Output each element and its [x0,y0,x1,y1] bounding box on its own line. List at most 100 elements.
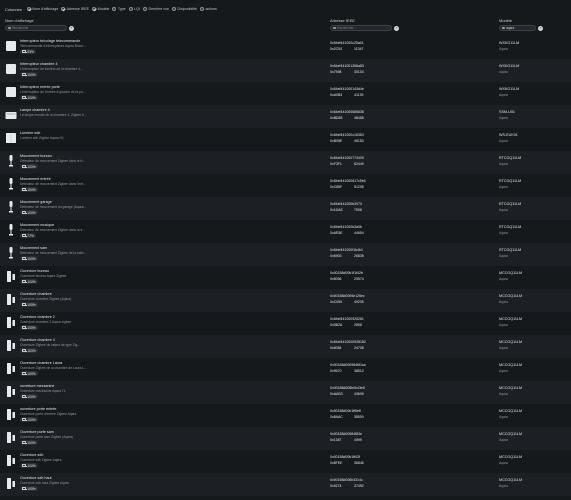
table-row[interactable]: Lumière sdb Lumière sdb Zigbee Aqara H1 0x… [0,128,571,151]
table-row[interactable]: Interrupteur chambre 4 L'interrupteur de … [0,59,571,82]
button-icon [5,61,17,77]
ieee-address: 0x54ef441000143d4e [330,87,364,91]
table-row[interactable]: Mouvement bureau Détecteur de mouvement Z… [0,151,571,174]
device-description: Détecteur de mouvement du garage (Aqara.… [20,204,87,209]
model-search-input[interactable]: aqara [499,25,536,31]
table-row[interactable]: Ouverture chambre Ouverture chambre Zigbe… [0,289,571,312]
table-row[interactable]: ouverture porte entrée Ouverture porte d'… [0,404,571,427]
checkbox-icon[interactable] [199,6,204,11]
device-description: Ouverture mezzanine Aqara T1 [20,388,66,393]
battery-icon [22,96,27,100]
table-row[interactable]: Interrupteur bricolage telecommande Telec… [0,36,571,59]
device-model: MCCGQ11LM [499,478,523,482]
checkbox-icon[interactable] [26,6,31,11]
door-sensor-icon [5,337,17,353]
clear-icon[interactable]: × [394,25,399,31]
checkbox-icon[interactable] [172,6,177,11]
battery-icon [22,188,27,192]
ieee-address: 0x00158d00b1ff5e8 [330,409,361,413]
battery-badge: 93% [20,49,36,54]
device-description: La lampe murale de la chambre 4, Zigbee … [20,112,87,117]
battery-badge: 100% [20,256,38,261]
device-name[interactable]: Lampe chambre 4 [20,108,50,112]
table-row[interactable]: ouverture mezzanine Ouverture mezzanine A… [0,381,571,404]
device-name[interactable]: Ouverture chambre [20,292,52,296]
column-toggle[interactable]: LQI [128,6,140,11]
network-address-dec: 38512 [354,368,364,373]
header-ieee[interactable]: Adresse IEEE [330,18,355,23]
device-name[interactable]: Ouverture chambre 2 [20,315,55,319]
table-row[interactable]: Ouverture porte sam Ouverture porte sam Z… [0,427,571,450]
ieee-address: 0x00158d008b3314c [330,478,363,482]
checkbox-icon[interactable] [112,6,117,11]
header-model[interactable]: Modèle [499,18,512,23]
battery-badge: 100% [20,325,38,330]
table-row[interactable]: Mouvement sam Détecteur de mouvement Zigb… [0,243,571,266]
battery-level: 100% [27,371,36,376]
battery-icon [22,372,27,376]
table-row[interactable]: Lampe chambre 4 La lampe murale de la cha… [0,105,571,128]
name-search-input[interactable]: Rechercher [5,25,67,31]
device-name[interactable]: Mouvement musique [20,223,54,227]
search-icon [333,26,336,30]
column-toggle[interactable]: Dernière vue [142,6,169,11]
device-name[interactable]: Mouvement garage [20,200,52,204]
device-model: MCCGQ11LM [499,294,523,298]
checkbox-icon[interactable] [128,6,133,11]
device-name[interactable]: Interrupteur bricolage telecommande [20,39,80,43]
door-sensor-icon [5,314,17,330]
checkbox-icon[interactable] [142,6,147,11]
table-row[interactable]: Mouvement musique Détecteur de mouvement … [0,220,571,243]
checkbox-icon[interactable] [92,6,97,11]
device-name[interactable]: Ouverture porte sam [20,430,54,434]
device-name[interactable]: Ouverture chambre 4 [20,338,55,342]
device-name[interactable]: Ouverture sdb [20,453,43,457]
device-name[interactable]: ouverture mezzanine [20,384,54,388]
checkbox-icon[interactable] [61,6,66,11]
device-description: Détecteur de mouvement Zigbee dans l'ent… [20,181,86,186]
device-model: RTCGQ11LM [499,202,522,206]
column-toggle[interactable]: Modèle [92,6,109,11]
clear-icon[interactable]: × [69,25,74,31]
battery-badge: 100% [20,371,38,376]
battery-level: 100% [27,164,36,169]
table-row[interactable]: Ouverture bureau Ouverture bureau Aqara Z… [0,266,571,289]
battery-level: 100% [27,440,36,445]
ieee-address: 0x54ef441000f1b4b1 [330,248,363,252]
device-name[interactable]: Lumière sdb [20,131,40,135]
device-name[interactable]: Mouvement sam [20,246,47,250]
table-row[interactable]: Mouvement garage Détecteur de mouvement d… [0,197,571,220]
door-sensor-icon [5,360,17,376]
device-name[interactable]: Mouvement entrée [20,177,51,181]
column-toggle[interactable]: actions [199,6,217,11]
device-description: Ouverture porte d'entrée Zigbee Aqara [20,411,77,416]
device-name[interactable]: Ouverture bureau [20,269,49,273]
button-icon [5,84,17,100]
device-name[interactable]: Mouvement bureau [20,154,52,158]
column-toggle[interactable]: Adresse IEEE [61,6,89,11]
table-row[interactable]: Mouvement entrée Détecteur de mouvement Z… [0,174,571,197]
battery-icon [22,50,27,54]
clear-icon[interactable]: × [538,25,543,31]
device-name[interactable]: Interrupteur entrée porte [20,85,60,89]
device-name[interactable]: Interrupteur chambre 4 [20,62,58,66]
table-row[interactable]: Ouverture chambre 2 Ouverture chambre 2 A… [0,312,571,335]
network-address-hex: 0x8AAC [330,414,343,419]
column-toggle[interactable]: Nom d'affichage [26,6,58,11]
table-row[interactable]: Ouverture chambre Laura Ouverture Zigbee … [0,358,571,381]
device-name[interactable]: ouverture porte entrée [20,407,57,411]
table-row[interactable]: Interrupteur entrée porte L'interrupteur … [0,82,571,105]
battery-badge: 100% [20,164,38,169]
table-row[interactable]: Ouverture sdb Ouverture sdb Zigbee Aqara 1… [0,450,571,473]
network-address-dec: 62449 [354,161,364,166]
table-row[interactable]: Ouverture sdb haut Ouverture sdb haut Zig… [0,473,571,496]
column-toggle[interactable]: Disponibilité [172,6,197,11]
device-vendor: Aqara [499,368,508,373]
table-row[interactable]: Ouverture chambre 4 Ouverture Zigbee de v… [0,335,571,358]
column-toggle[interactable]: Type [112,6,126,11]
ieee-search-input[interactable]: Rechercher [330,25,392,31]
device-name[interactable]: Ouverture sdb haut [20,476,52,480]
header-name[interactable]: Nom d'affichage [5,18,34,23]
battery-level: 100% [27,417,36,422]
device-name[interactable]: Ouverture chambre Laura [20,361,62,365]
